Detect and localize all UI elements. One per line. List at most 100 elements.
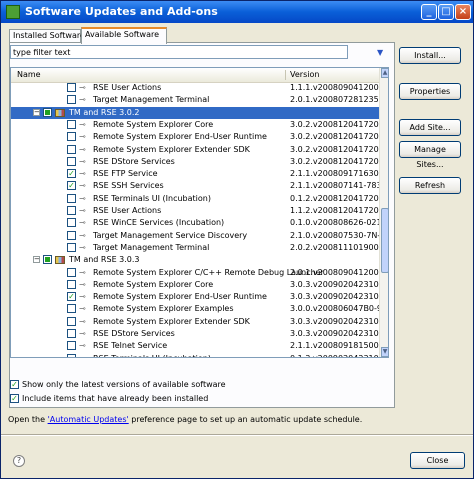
row-version: 3.0.2.v200812041720-7 <box>290 157 379 166</box>
row-checkbox[interactable] <box>67 317 76 326</box>
row-checkbox[interactable] <box>67 218 76 227</box>
scroll-down-icon[interactable]: ▼ <box>381 347 388 357</box>
row-checkbox[interactable] <box>67 280 76 289</box>
row-version: 2.1.1.v200807141-7830_I <box>290 181 379 190</box>
table-row[interactable]: ⊸ RSE User Actions 1.1.2.v200812041720-7 <box>11 205 379 217</box>
filter-dropdown-icon[interactable]: ▼ <box>377 48 383 57</box>
collapse-icon[interactable]: − <box>33 256 40 263</box>
latest-versions-checkbox[interactable]: ✓ <box>10 380 19 389</box>
table-row[interactable]: ⊸ Remote System Explorer End-User Runtime… <box>11 131 379 143</box>
row-name: RSE User Actions <box>93 83 162 92</box>
maximize-button[interactable]: □ <box>438 4 454 20</box>
column-header-name[interactable]: Name <box>17 70 41 79</box>
table-row[interactable]: ⊸ Remote System Explorer Core 3.0.3.v20090… <box>11 279 379 291</box>
table-row[interactable]: ✓ ⊸ RSE FTP Service 2.1.1.v200809171630-7 <box>11 168 379 180</box>
refresh-button[interactable]: Refresh <box>399 177 461 194</box>
plugin-icon: ⊸ <box>79 145 86 154</box>
row-name: Target Management Service Discovery <box>93 231 248 240</box>
category-row[interactable]: − TM and RSE 3.0.3 <box>11 254 379 266</box>
footer-separator <box>1 434 473 436</box>
row-version: 2.1.1.v200809171630-7 <box>290 169 379 178</box>
plugin-icon: ⊸ <box>79 181 86 190</box>
scrollbar-thumb[interactable] <box>381 208 388 273</box>
row-checkbox[interactable] <box>67 206 76 215</box>
vertical-scrollbar[interactable]: ▲ ▼ <box>379 68 388 357</box>
row-name: Remote System Explorer Extender SDK <box>93 317 250 326</box>
manage-sites-button[interactable]: Manage Sites... <box>399 141 461 169</box>
table-row[interactable]: ⊸ RSE Terminals UI (Incubation) 0.1.2.v200… <box>11 193 379 205</box>
table-row[interactable]: ⊸ Remote System Explorer Extender SDK 3.0.… <box>11 316 379 328</box>
properties-button[interactable]: Properties <box>399 83 461 100</box>
collapse-icon[interactable]: − <box>33 109 40 116</box>
row-checkbox[interactable] <box>67 268 76 277</box>
column-header-version[interactable]: Version <box>290 70 319 79</box>
include-installed-checkbox[interactable]: ✓ <box>10 394 19 403</box>
plugin-icon: ⊸ <box>79 120 86 129</box>
table-row[interactable]: ⊸ Target Management Service Discovery 2.1.… <box>11 230 379 242</box>
row-checkbox[interactable] <box>67 354 76 357</box>
table-row[interactable]: ⊸RSE Terminals UI (Incubation) 0.1.3.v200… <box>11 353 379 357</box>
close-window-button[interactable]: × <box>455 4 471 20</box>
preferences-hint-prefix: Open the <box>8 415 48 424</box>
row-name: RSE WinCE Services (Incubation) <box>93 218 225 227</box>
row-checkbox[interactable] <box>67 157 76 166</box>
filter-input[interactable] <box>10 45 348 59</box>
category-row[interactable]: − TM and RSE 3.0.2 <box>11 107 379 119</box>
add-site-button[interactable]: Add Site... <box>399 119 461 136</box>
table-row[interactable]: ✓⊸ RSE SSH Services 2.1.1.v200807141-7830_… <box>11 180 379 192</box>
row-name: TM and RSE 3.0.3 <box>69 255 140 264</box>
plugin-icon: ⊸ <box>79 317 86 326</box>
help-icon[interactable]: ? <box>13 455 25 467</box>
plugin-icon: ⊸ <box>79 354 91 357</box>
plugin-icon: ⊸ <box>79 304 86 313</box>
row-checkbox[interactable] <box>67 304 76 313</box>
row-name: Remote System Explorer End-User Runtime <box>93 132 267 141</box>
row-checkbox[interactable] <box>67 120 76 129</box>
install-button[interactable]: Install... <box>399 47 461 64</box>
table-row[interactable]: ⊸ Target Management Terminal 2.0.2.v200811… <box>11 242 379 254</box>
automatic-updates-link[interactable]: 'Automatic Updates' <box>48 415 129 424</box>
row-checkbox[interactable] <box>67 95 76 104</box>
table-row[interactable]: ⊸ Remote System Explorer C/C++ Remote Deb… <box>11 267 379 279</box>
plugin-icon: ⊸ <box>79 194 86 203</box>
row-checkbox[interactable] <box>67 83 76 92</box>
table-row[interactable]: ⊸ Remote System Explorer Core 3.0.2.v20081… <box>11 119 379 131</box>
row-checkbox[interactable]: ✓ <box>67 169 76 178</box>
row-checkbox[interactable] <box>67 145 76 154</box>
table-row[interactable]: ⊸ RSE WinCE Services (Incubation) 0.1.0.v2… <box>11 217 379 229</box>
row-checkbox[interactable] <box>67 329 76 338</box>
row-checkbox[interactable] <box>67 243 76 252</box>
plugin-icon: ⊸ <box>79 231 86 240</box>
table-row[interactable]: ⊸ RSE Telnet Service 2.1.1.v200809181500-6 <box>11 340 379 352</box>
row-version: 3.0.2.v200812041720-7 <box>290 120 379 129</box>
tab-available-software[interactable]: Available Software <box>81 27 167 44</box>
row-checkbox[interactable]: ✓ <box>67 292 76 301</box>
plugin-icon: ⊸ <box>79 280 86 289</box>
table-row[interactable]: ⊸ Remote System Explorer Examples 3.0.0.v2… <box>11 303 379 315</box>
row-name: Target Management Terminal <box>93 243 210 252</box>
row-checkbox[interactable] <box>67 231 76 240</box>
scroll-up-icon[interactable]: ▲ <box>381 68 388 78</box>
row-version: 0.1.2.v200812041720-7 <box>290 194 379 203</box>
table-row[interactable]: ⊸ RSE DStore Services 3.0.2.v200812041720-… <box>11 156 379 168</box>
table-row[interactable]: ✓ ⊸ Remote System Explorer End-User Runtim… <box>11 291 379 303</box>
title-bar[interactable]: Software Updates and Add-ons _ □ × <box>1 1 473 23</box>
row-checkbox[interactable] <box>67 341 76 350</box>
tab-installed-software[interactable]: Installed Software <box>9 29 85 43</box>
row-checkbox[interactable] <box>43 255 52 264</box>
latest-versions-label[interactable]: Show only the latest versions of availab… <box>22 380 226 389</box>
include-installed-label[interactable]: Include items that have already been ins… <box>22 394 208 403</box>
preferences-hint: Open the 'Automatic Updates' preference … <box>8 415 362 424</box>
row-checkbox[interactable] <box>67 132 76 141</box>
row-checkbox[interactable] <box>67 194 76 203</box>
table-row[interactable]: ⊸ RSE User Actions 1.1.1.v200809041200-2 <box>11 82 379 94</box>
table-row[interactable]: ⊸ Remote System Explorer Extender SDK 3.0.… <box>11 144 379 156</box>
table-row[interactable]: ⊸ RSE DStore Services 3.0.3.v200902042310-… <box>11 328 379 340</box>
table-row[interactable]: ⊸ Target Management Terminal 2.0.1.v200807… <box>11 94 379 106</box>
software-table: Name Version ⊸ RSE User Actions 1.1.1.v200… <box>10 67 389 358</box>
minimize-button[interactable]: _ <box>421 4 437 20</box>
column-separator[interactable] <box>285 70 286 80</box>
close-button[interactable]: Close <box>410 452 465 469</box>
row-checkbox[interactable]: ✓ <box>67 181 76 190</box>
row-checkbox[interactable] <box>43 108 52 117</box>
